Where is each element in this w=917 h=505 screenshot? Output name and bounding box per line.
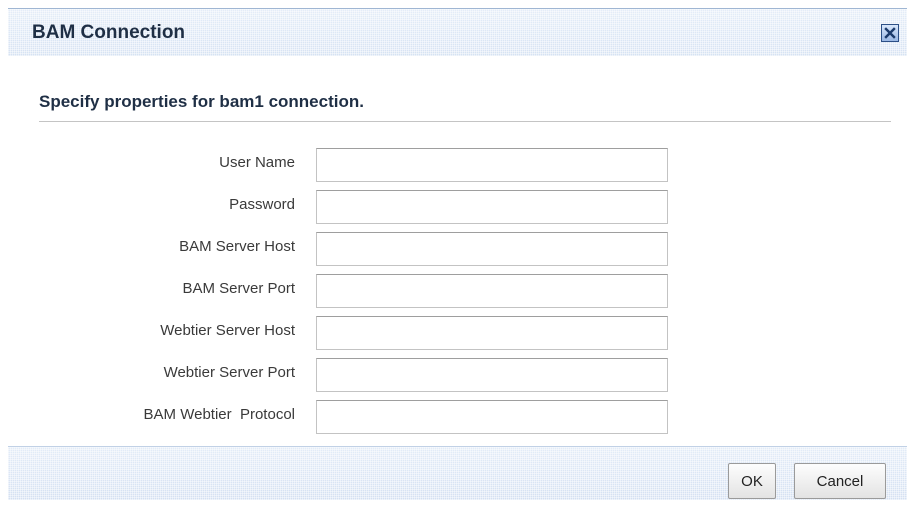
form-row-bam-webtier-protocol: BAM Webtier Protocol xyxy=(0,400,917,434)
bam-webtier-protocol-label: BAM Webtier Protocol xyxy=(143,406,295,423)
form-row-webtier-server-port: Webtier Server Port xyxy=(0,358,917,392)
password-input[interactable] xyxy=(316,190,668,224)
form-row-webtier-server-host: Webtier Server Host xyxy=(0,316,917,350)
form-row-bam-server-host: BAM Server Host xyxy=(0,232,917,266)
password-label: Password xyxy=(229,196,295,213)
dialog-title: BAM Connection xyxy=(32,22,186,43)
webtier-server-host-label: Webtier Server Host xyxy=(160,322,295,339)
close-icon[interactable] xyxy=(881,24,899,42)
form-row-user-name: User Name xyxy=(0,148,917,182)
cancel-button[interactable]: Cancel xyxy=(794,463,886,499)
bam-server-host-input[interactable] xyxy=(316,232,668,266)
bam-webtier-protocol-input[interactable] xyxy=(316,400,668,434)
bam-server-port-input[interactable] xyxy=(316,274,668,308)
bam-connection-dialog: BAM Connection Specify properties for ba… xyxy=(0,0,917,505)
dialog-footer: OK Cancel xyxy=(8,446,907,500)
user-name-label: User Name xyxy=(219,154,295,171)
user-name-input[interactable] xyxy=(316,148,668,182)
heading-divider xyxy=(39,121,891,122)
bam-server-port-label: BAM Server Port xyxy=(182,280,295,297)
form-row-password: Password xyxy=(0,190,917,224)
dialog-titlebar: BAM Connection xyxy=(8,8,907,56)
ok-button[interactable]: OK xyxy=(728,463,776,499)
bam-server-host-label: BAM Server Host xyxy=(179,238,295,255)
form-row-bam-server-port: BAM Server Port xyxy=(0,274,917,308)
webtier-server-port-input[interactable] xyxy=(316,358,668,392)
webtier-server-port-label: Webtier Server Port xyxy=(163,364,295,381)
webtier-server-host-input[interactable] xyxy=(316,316,668,350)
section-heading: Specify properties for bam1 connection. xyxy=(39,92,364,111)
